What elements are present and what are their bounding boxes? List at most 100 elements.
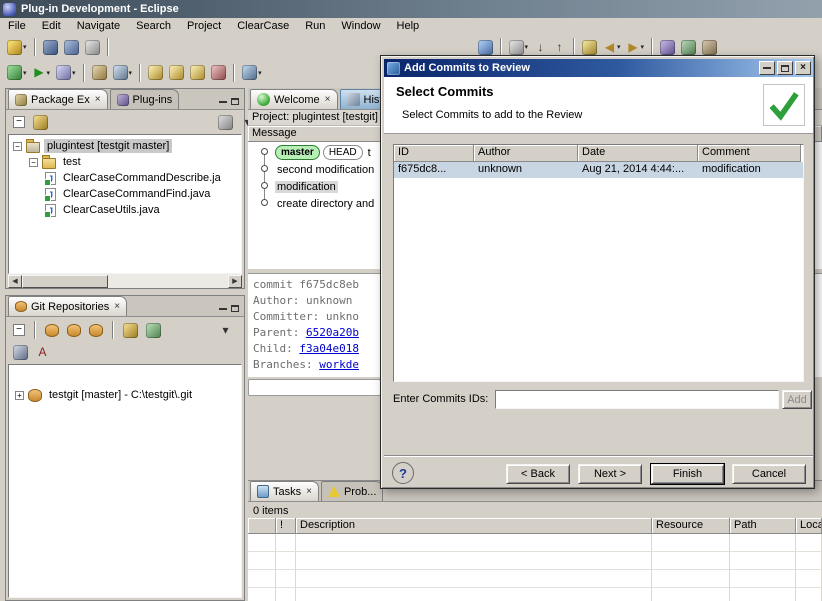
scroll-right-icon[interactable]: ▶ [228,275,242,288]
menu-help[interactable]: Help [389,18,428,34]
hierarchy-layout-button[interactable] [10,341,31,363]
close-icon[interactable]: × [95,95,101,105]
add-repository-button[interactable] [42,319,62,341]
menu-search[interactable]: Search [128,18,179,34]
menu-file[interactable]: File [0,18,34,34]
tree-item-folder[interactable]: − test [11,154,239,170]
close-button[interactable]: × [795,61,811,75]
clearcase-checkin-icon [169,65,184,80]
dialog-column-id[interactable]: ID [394,145,474,162]
dialog-commit-row[interactable]: f675dc8...unknownAug 21, 2014 4:44:...mo… [394,162,803,178]
tasks-cell [730,588,796,601]
tree-item-file[interactable]: JClearCaseUtils.java [11,202,239,218]
detail-link[interactable]: 6520a20b [306,326,359,339]
window-titlebar[interactable]: Plug-in Development - Eclipse [0,0,822,18]
tab-package-explorer[interactable]: Package Ex × [8,89,108,109]
dialog-titlebar[interactable]: Add Commits to Review × [384,59,813,77]
tasks-column-1[interactable]: ! [276,518,296,534]
collapse-expander-icon[interactable]: − [13,142,22,151]
git-repositories-tree[interactable]: + testgit [master] - C:\testgit\.git [8,364,242,598]
close-icon[interactable]: × [114,302,120,312]
maximize-view-icon[interactable] [231,98,239,105]
clearcase-checkout-button[interactable] [145,62,166,84]
link-with-selection-button[interactable] [120,319,141,341]
tree-item-project[interactable]: − plugintest [testgit master] [11,138,239,154]
menu-window[interactable]: Window [333,18,388,34]
tasks-column-5[interactable]: Location [796,518,822,534]
tree-item-repository[interactable]: + testgit [master] - C:\testgit\.git [11,387,239,403]
clearcase-find-button[interactable] [208,62,229,84]
close-icon[interactable]: × [325,95,331,105]
detail-link[interactable]: workde [319,358,359,371]
help-button[interactable]: ? [392,462,414,484]
maximize-button[interactable] [777,61,793,75]
next-button[interactable]: Next > [578,464,642,484]
ref-badge-head: HEAD [323,145,363,160]
tasks-table-body[interactable] [248,534,822,601]
package-explorer-tree[interactable]: − plugintest [testgit master] − test JCl… [8,134,242,274]
save-all-button[interactable] [61,36,82,58]
external-tools-button[interactable]: ▾ [53,62,79,84]
dialog-column-comment[interactable]: Comment [698,145,801,162]
collapse-all-button[interactable]: − [10,319,28,341]
create-repository-button[interactable] [86,319,106,341]
menu-navigate[interactable]: Navigate [69,18,128,34]
back-button[interactable]: < Back [506,464,570,484]
collapse-all-button[interactable]: − [10,111,28,133]
link-with-editor-button[interactable] [30,111,51,133]
tab-git-repositories[interactable]: Git Repositories × [8,296,127,316]
tasks-table-header: !DescriptionResourcePathLocation [248,518,822,534]
debug-icon [7,65,22,80]
branch-sort-button[interactable]: A [33,341,52,363]
minimize-view-icon[interactable] [219,308,227,310]
collapse-expander-icon[interactable]: − [29,158,38,167]
open-type-button[interactable]: ▾ [110,62,136,84]
detail-link[interactable]: f3a04e018 [299,342,359,355]
print-button[interactable] [82,36,103,58]
minimized-section-strip[interactable] [248,379,381,396]
close-icon[interactable]: × [306,487,312,497]
debug-button[interactable]: ▾ [4,62,30,84]
tab-problems[interactable]: Prob... [321,481,383,501]
java-file-icon: J [45,172,56,185]
link-with-editor-icon [33,115,48,130]
new-java-project-button[interactable] [89,62,110,84]
commit-ids-input[interactable] [495,390,779,409]
clone-repository-button[interactable] [64,319,84,341]
clearcase-checkin-button[interactable] [166,62,187,84]
tab-plugins[interactable]: Plug-ins [110,89,180,109]
menu-edit[interactable]: Edit [34,18,69,34]
tasks-column-2[interactable]: Description [296,518,652,534]
menu-clearcase[interactable]: ClearCase [229,18,297,34]
save-button[interactable] [40,36,61,58]
menu-run[interactable]: Run [297,18,333,34]
minimize-button[interactable] [759,61,775,75]
scrollbar-thumb[interactable] [22,275,108,288]
dialog-column-author[interactable]: Author [474,145,578,162]
horizontal-scrollbar[interactable]: ◀ ▶ [8,274,242,288]
expand-expander-icon[interactable]: + [15,391,24,400]
new-wizard-button[interactable]: ▾ [4,36,30,58]
commits-table[interactable]: IDAuthorDateComment f675dc8...unknownAug… [393,144,804,382]
refresh-button[interactable] [143,319,164,341]
tab-welcome[interactable]: Welcome × [250,89,338,109]
cancel-button[interactable]: Cancel [732,464,806,484]
dialog-column-date[interactable]: Date [578,145,698,162]
menu-project[interactable]: Project [179,18,229,34]
java-search-button[interactable]: ▾ [239,62,265,84]
tree-item-file[interactable]: JClearCaseCommandFind.java [11,186,239,202]
minimize-view-icon[interactable] [219,101,227,103]
tree-item-file[interactable]: JClearCaseCommandDescribe.ja [11,170,239,186]
tasks-column-3[interactable]: Resource [652,518,730,534]
scroll-left-icon[interactable]: ◀ [8,275,22,288]
tab-tasks[interactable]: Tasks × [250,481,319,501]
filters-button[interactable] [215,111,236,133]
maximize-view-icon[interactable] [231,305,239,312]
clearcase-update-button[interactable] [187,62,208,84]
view-menu-button[interactable]: ▾ [216,319,235,341]
add-button[interactable]: Add [782,390,812,409]
tasks-column-0[interactable] [248,518,276,534]
tasks-column-4[interactable]: Path [730,518,796,534]
finish-button[interactable]: Finish [651,464,724,484]
run-button[interactable]: ▶▾ [30,62,54,84]
